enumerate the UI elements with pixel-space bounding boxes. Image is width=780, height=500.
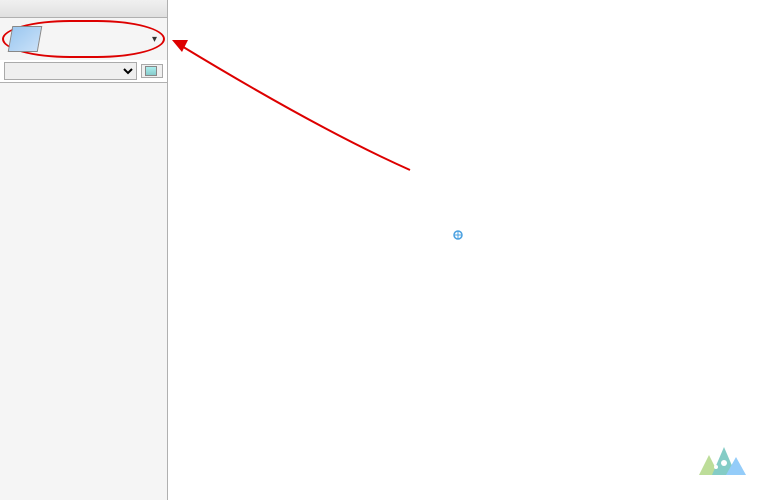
chevron-down-icon: ▾ <box>152 34 157 45</box>
floor-grid-model <box>168 0 780 500</box>
model-viewport[interactable] <box>168 0 780 500</box>
panel-header <box>0 0 167 18</box>
watermark-logo-icon <box>694 435 754 485</box>
edit-type-button[interactable] <box>141 64 163 78</box>
instance-selector-row <box>0 60 167 83</box>
edit-type-icon <box>145 66 157 76</box>
type-selector-block[interactable]: ▾ <box>2 20 165 58</box>
watermark <box>694 435 760 485</box>
instance-select[interactable] <box>4 62 137 80</box>
type-thumbnail-icon <box>8 26 43 52</box>
properties-panel: ▾ <box>0 0 168 500</box>
